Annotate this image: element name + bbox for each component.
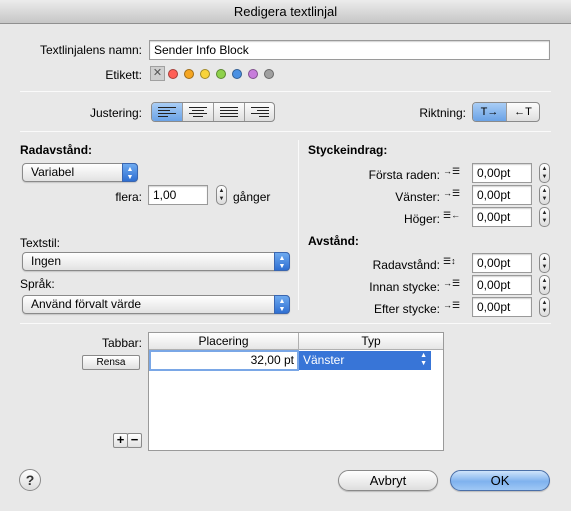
direction-segmented-control: T→ ←T: [472, 102, 540, 122]
popup-arrows-icon: ▲ ▼: [274, 252, 290, 271]
cancel-button[interactable]: Avbryt: [338, 470, 438, 491]
tabs-label: Tabbar:: [101, 336, 142, 350]
tab-type-cell[interactable]: Vänster ▲ ▼: [299, 351, 431, 370]
direction-ltr-icon[interactable]: T→: [473, 103, 507, 121]
multiple-stepper[interactable]: ▲ ▼: [216, 185, 227, 205]
space-before-label: Innan stycke:: [369, 280, 440, 294]
multiple-label: flera:: [115, 190, 142, 204]
alignment-segmented-control: [151, 102, 275, 122]
line-spacing-mode-popup[interactable]: Variabel ▲ ▼: [22, 163, 138, 182]
tag-color-dot[interactable]: [232, 69, 242, 79]
line-spacing-pt-field[interactable]: 0,00pt: [472, 253, 532, 273]
align-justify-icon[interactable]: [214, 103, 245, 121]
space-after-stepper[interactable]: ▲ ▼: [539, 297, 550, 317]
space-after-icon: →☰: [443, 300, 461, 310]
dialog-window: Redigera textlinjal Textlinjalens namn: …: [0, 0, 571, 511]
name-label: Textlinjalens namn:: [39, 43, 142, 57]
no-tag-icon[interactable]: ✕: [150, 66, 165, 81]
right-indent-icon: ☰←: [443, 210, 461, 220]
popup-arrows-icon: ▲ ▼: [420, 352, 427, 367]
window-title: Redigera textlinjal: [0, 0, 571, 24]
space-after-field[interactable]: 0,00pt: [472, 297, 532, 317]
left-indent-icon: →☰: [443, 188, 461, 198]
multiple-field[interactable]: 1,00: [148, 185, 208, 205]
popup-arrows-icon: ▲ ▼: [274, 295, 290, 314]
space-before-field[interactable]: 0,00pt: [472, 275, 532, 295]
first-line-stepper[interactable]: ▲ ▼: [539, 163, 550, 183]
tabs-table: Placering Typ 32,00 pt Vänster ▲ ▼: [148, 332, 444, 451]
tag-color-dot[interactable]: [184, 69, 194, 79]
align-right-icon[interactable]: [245, 103, 274, 121]
help-button[interactable]: ?: [19, 469, 41, 491]
language-label: Språk:: [20, 277, 55, 291]
tag-color-dot[interactable]: [216, 69, 226, 79]
space-before-icon: →☰: [443, 278, 461, 288]
right-indent-label: Höger:: [403, 212, 440, 226]
text-style-value: Ingen: [31, 254, 62, 268]
align-center-icon[interactable]: [183, 103, 214, 121]
line-spacing-mode-value: Variabel: [31, 165, 75, 179]
separator: [20, 131, 551, 132]
align-left-icon[interactable]: [152, 103, 183, 121]
tag-color-dot[interactable]: [248, 69, 258, 79]
tab-type-value: Vänster: [303, 353, 345, 367]
tag-color-dot[interactable]: [200, 69, 210, 79]
text-style-popup[interactable]: Ingen ▲ ▼: [22, 252, 290, 271]
spacing-heading: Avstånd:: [308, 234, 359, 248]
tag-label: Etikett:: [105, 68, 142, 82]
first-line-label: Första raden:: [368, 168, 440, 182]
column-header-type[interactable]: Typ: [299, 333, 443, 350]
space-before-stepper[interactable]: ▲ ▼: [539, 275, 550, 295]
line-spacing-icon: ☰↕: [443, 256, 456, 266]
left-indent-field[interactable]: 0,00pt: [472, 185, 532, 205]
first-line-field[interactable]: 0,00pt: [472, 163, 532, 183]
line-spacing-pt-label: Radavstånd:: [372, 258, 440, 272]
left-indent-stepper[interactable]: ▲ ▼: [539, 185, 550, 205]
multiple-unit: gånger: [233, 190, 271, 204]
ok-button[interactable]: OK: [450, 470, 550, 491]
tag-color-dot[interactable]: [264, 69, 274, 79]
name-field[interactable]: Sender Info Block: [149, 40, 550, 60]
direction-label: Riktning:: [419, 106, 466, 120]
line-spacing-pt-stepper[interactable]: ▲ ▼: [539, 253, 550, 273]
popup-arrows-icon: ▲ ▼: [122, 163, 138, 182]
clear-tabs-button[interactable]: Rensa: [82, 355, 140, 370]
language-value: Använd förvalt värde: [31, 297, 142, 311]
right-indent-field[interactable]: 0,00pt: [472, 207, 532, 227]
direction-rtl-icon[interactable]: ←T: [507, 103, 539, 121]
text-style-label: Textstil:: [20, 236, 61, 250]
indent-heading: Styckeindrag:: [308, 143, 388, 157]
first-line-indent-icon: →☰: [443, 166, 461, 176]
left-indent-label: Vänster:: [395, 190, 440, 204]
add-tab-button[interactable]: +: [113, 433, 128, 448]
language-popup[interactable]: Använd förvalt värde ▲ ▼: [22, 295, 290, 314]
column-header-position[interactable]: Placering: [149, 333, 299, 350]
space-after-label: Efter stycke:: [373, 302, 440, 316]
separator: [20, 91, 551, 92]
line-spacing-heading: Radavstånd:: [20, 143, 93, 157]
tab-position-cell[interactable]: 32,00 pt: [149, 350, 299, 371]
alignment-label: Justering:: [89, 106, 142, 120]
right-indent-stepper[interactable]: ▲ ▼: [539, 207, 550, 227]
separator: [20, 323, 551, 324]
vertical-separator: [298, 140, 299, 310]
remove-tab-button[interactable]: −: [127, 433, 142, 448]
tag-color-dot[interactable]: [168, 69, 178, 79]
